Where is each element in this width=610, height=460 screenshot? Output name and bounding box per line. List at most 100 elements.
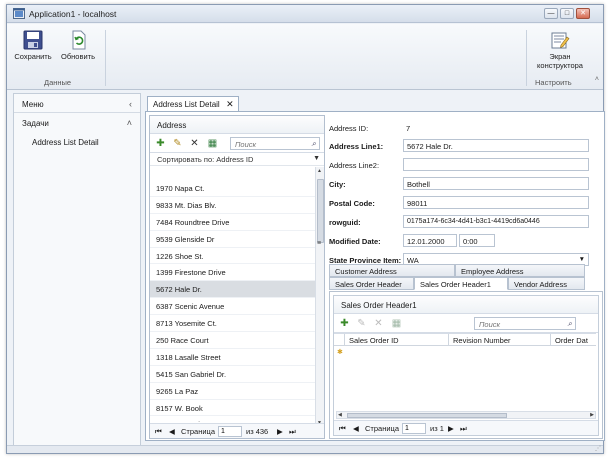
resize-grip-icon[interactable]: ⋰ xyxy=(595,445,601,452)
edit-icon[interactable]: ✎ xyxy=(172,138,183,149)
scroll-right-icon[interactable]: ▶ xyxy=(590,412,594,418)
list-search-input[interactable] xyxy=(235,140,294,149)
address-id-value: 7 xyxy=(406,124,411,133)
sidebar-menu-label: Меню xyxy=(22,100,44,109)
sub-panel-title: Sales Order Header1 xyxy=(334,296,598,314)
maximize-button[interactable]: □ xyxy=(560,8,574,19)
list-item[interactable]: 1226 Shoe St. xyxy=(150,248,316,265)
dropdown-arrow-icon[interactable]: ▼ xyxy=(313,155,320,162)
tab-label: Address List Detail xyxy=(153,100,220,109)
tab-address-list-detail[interactable]: Address List Detail ✕ xyxy=(147,96,239,112)
list-item[interactable]: 5415 San Gabriel Dr. xyxy=(150,366,316,383)
minimize-button[interactable]: — xyxy=(544,8,558,19)
rowguid-label: rowguid: xyxy=(329,218,361,227)
tab-sales-order-header1[interactable]: Sales Order Header1 xyxy=(414,277,508,290)
add-icon[interactable]: ✚ xyxy=(155,138,166,149)
page-number-input[interactable] xyxy=(218,426,242,437)
save-icon xyxy=(23,30,43,50)
tab-customer-address[interactable]: Customer Address xyxy=(329,264,455,277)
list-item[interactable]: 8157 W. Book xyxy=(150,400,316,417)
export-excel-icon[interactable]: ▦ xyxy=(207,138,218,149)
dropdown-arrow-icon[interactable]: ▼ xyxy=(579,256,585,263)
sub-search-input[interactable] xyxy=(479,320,547,329)
list-item[interactable]: 4912 La Vuelta xyxy=(150,416,316,422)
list-item[interactable]: 9539 Glenside Dr xyxy=(150,231,316,248)
tab-sales-order-header[interactable]: Sales Order Header xyxy=(329,277,414,290)
refresh-button[interactable]: Обновить xyxy=(58,30,98,61)
list-item[interactable]: 5672 Hale Dr. xyxy=(150,281,316,299)
app-icon xyxy=(13,8,25,19)
refresh-icon xyxy=(72,30,86,50)
sub-pager: ⏮ ◀ Страница из 1 ▶ ⏭ xyxy=(334,420,598,435)
prev-page-icon[interactable]: ◀ xyxy=(353,424,359,433)
tab-employee-address[interactable]: Employee Address xyxy=(455,264,585,277)
sidebar: Меню ‹ Задачи ˄ Address List Detail xyxy=(13,93,141,451)
next-page-icon[interactable]: ▶ xyxy=(448,424,454,433)
last-page-icon[interactable]: ⏭ xyxy=(289,427,296,437)
add-icon[interactable]: ✚ xyxy=(339,318,350,329)
list-vertical-scrollbar[interactable]: ▲ ≡ ▼ xyxy=(315,167,324,427)
title-bar: Application1 - localhost — □ ✕ xyxy=(7,5,603,23)
chevron-up-icon[interactable]: ˄ xyxy=(127,118,132,128)
sidebar-item-address-list-detail[interactable]: Address List Detail xyxy=(14,132,140,148)
list-item[interactable]: 6387 Scenic Avenue xyxy=(150,298,316,316)
column-sales-order-id[interactable]: Sales Order ID xyxy=(344,334,448,346)
new-row-icon[interactable]: ✱ xyxy=(337,348,343,356)
chevron-left-icon[interactable]: ‹ xyxy=(129,99,132,109)
designer-screen-button[interactable]: Экран конструктора xyxy=(527,30,593,70)
first-page-icon[interactable]: ⏮ xyxy=(155,427,162,437)
scroll-thumb[interactable] xyxy=(347,413,507,418)
sort-label: Сортировать по: Address ID xyxy=(157,155,254,164)
designer-icon xyxy=(551,32,570,49)
delete-icon[interactable]: ✕ xyxy=(189,138,200,149)
page-label: Страница xyxy=(365,424,399,433)
save-label: Сохранить xyxy=(14,52,52,61)
sidebar-menu-header[interactable]: Меню ‹ xyxy=(14,94,140,113)
export-excel-icon: ▦ xyxy=(391,318,402,329)
last-page-icon[interactable]: ⏭ xyxy=(460,424,467,434)
close-tab-icon[interactable]: ✕ xyxy=(226,99,234,110)
close-button[interactable]: ✕ xyxy=(576,8,590,19)
first-page-icon[interactable]: ⏮ xyxy=(339,424,346,434)
sub-panel-toolbar: ✚ ✎ ✕ ▦ ⌕ xyxy=(334,314,598,333)
list-search-box[interactable]: ⌕ xyxy=(230,137,320,150)
column-order-date[interactable]: Order Dat xyxy=(550,334,596,346)
sidebar-tasks-header[interactable]: Задачи ˄ xyxy=(14,113,140,132)
search-icon[interactable]: ⌕ xyxy=(312,139,316,149)
postal-code-field[interactable]: 98011 xyxy=(403,196,589,209)
modified-time-field[interactable]: 0:00 xyxy=(459,234,495,247)
ribbon-collapse-icon[interactable]: ˄ xyxy=(595,76,599,83)
list-item[interactable]: 8713 Yosemite Ct. xyxy=(150,315,316,333)
column-revision-number[interactable]: Revision Number xyxy=(448,334,550,346)
next-page-icon[interactable]: ▶ xyxy=(277,427,283,436)
prev-page-icon[interactable]: ◀ xyxy=(169,427,175,436)
sidebar-item-label: Address List Detail xyxy=(32,138,99,147)
list-item[interactable]: 1318 Lasalle Street xyxy=(150,349,316,366)
scroll-left-icon[interactable]: ◀ xyxy=(338,412,342,418)
address-line1-field[interactable]: 5672 Hale Dr. xyxy=(403,139,589,152)
list-item[interactable]: 9265 La Paz xyxy=(150,383,316,400)
rowguid-field[interactable]: 0175a174-6c34-4d41-b3c1-4419cd6a0446 xyxy=(403,215,589,228)
list-item[interactable]: 1399 Firestone Drive xyxy=(150,264,316,282)
list-item[interactable]: 7484 Roundtree Drive xyxy=(150,214,316,231)
list-item[interactable]: 1970 Napa Ct. xyxy=(150,180,316,197)
address-line2-field[interactable] xyxy=(403,158,589,171)
page-number-input[interactable] xyxy=(402,423,426,434)
scroll-thumb[interactable] xyxy=(317,179,324,243)
list-pager: ⏮ ◀ Страница из 436 ▶ ⏭ xyxy=(150,423,324,438)
list-item[interactable]: 250 Race Court xyxy=(150,332,316,349)
page-label: Страница xyxy=(181,427,215,436)
sales-order-grid-header: Sales Order ID Revision Number Order Dat xyxy=(334,333,596,346)
save-button[interactable]: Сохранить xyxy=(12,30,54,61)
modified-date-field[interactable]: 12.01.2000 xyxy=(403,234,457,247)
search-icon[interactable]: ⌕ xyxy=(568,319,572,329)
city-field[interactable]: Bothell xyxy=(403,177,589,190)
scroll-up-icon[interactable]: ▲ xyxy=(317,168,322,174)
list-item[interactable]: 9833 Mt. Dias Blv. xyxy=(150,197,316,214)
grid-horizontal-scrollbar[interactable]: ◀ ▶ xyxy=(336,411,596,419)
screen-content: Address ✚ ✎ ✕ ▦ ⌕ Сортировать по: Addres… xyxy=(145,111,605,441)
tab-vendor-address[interactable]: Vendor Address xyxy=(508,277,585,290)
sub-search-box[interactable]: ⌕ xyxy=(474,317,576,330)
sort-selector[interactable]: Сортировать по: Address ID ▼ xyxy=(150,153,324,166)
sidebar-tasks-label: Задачи xyxy=(22,119,49,128)
